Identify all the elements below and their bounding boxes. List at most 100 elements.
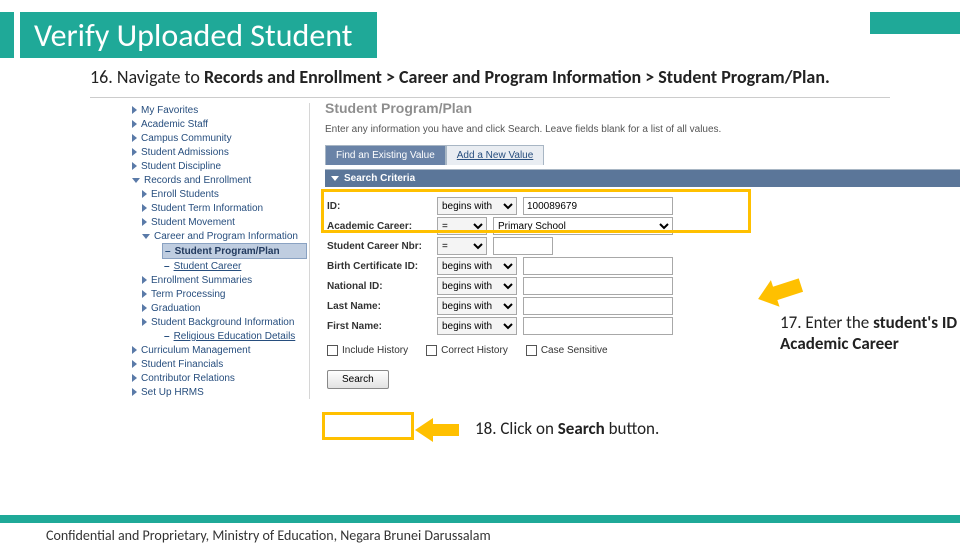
triangle-icon xyxy=(132,360,137,368)
nav-student-discipline[interactable]: Student Discipline xyxy=(130,159,307,173)
triangle-icon xyxy=(132,346,137,354)
bc-operator[interactable]: begins with xyxy=(437,257,517,275)
check-label: Correct History xyxy=(441,345,508,356)
scn-input[interactable] xyxy=(493,237,553,255)
search-button[interactable]: Search xyxy=(327,370,389,389)
triangle-icon xyxy=(142,190,147,198)
instruction-text: Enter any information you have and click… xyxy=(325,124,960,135)
text-bold: Search xyxy=(558,418,605,439)
fn-label: First Name: xyxy=(327,321,437,332)
nid-input[interactable] xyxy=(523,277,673,295)
footer-accent xyxy=(0,515,960,523)
bc-input[interactable] xyxy=(523,257,673,275)
row-student-career-nbr: Student Career Nbr: = xyxy=(327,237,958,255)
ac-label: Academic Career: xyxy=(327,221,437,232)
nav-student-background[interactable]: Student Background Information xyxy=(140,315,307,329)
scn-label: Student Career Nbr: xyxy=(327,241,437,252)
search-criteria-header[interactable]: Search Criteria xyxy=(325,170,960,187)
arrow-body xyxy=(772,279,803,301)
nav-student-career[interactable]: –Student Career xyxy=(162,259,307,273)
nav-records-enrollment[interactable]: Records and Enrollment xyxy=(130,173,307,187)
text: button. xyxy=(605,418,660,439)
dash-icon: – xyxy=(164,261,170,272)
triangle-icon xyxy=(142,290,147,298)
nav-label: Records and Enrollment xyxy=(144,175,251,186)
nav-setup-hrms[interactable]: Set Up HRMS xyxy=(130,385,307,399)
nid-label: National ID: xyxy=(327,281,437,292)
triangle-icon xyxy=(132,120,137,128)
nav-label: Set Up HRMS xyxy=(141,387,204,398)
scn-operator[interactable]: = xyxy=(437,237,487,255)
ln-input[interactable] xyxy=(523,297,673,315)
triangle-icon xyxy=(132,374,137,382)
case-sensitive-check[interactable]: Case Sensitive xyxy=(526,345,608,356)
triangle-icon xyxy=(142,218,147,226)
nav-student-term-info[interactable]: Student Term Information xyxy=(140,201,307,215)
include-history-check[interactable]: Include History xyxy=(327,345,408,356)
search-criteria-label: Search Criteria xyxy=(344,173,415,184)
text-bold: Academic Career xyxy=(780,333,899,354)
triangle-down-icon xyxy=(142,234,150,239)
id-label: ID: xyxy=(327,201,437,212)
nav-label: Academic Staff xyxy=(141,119,208,130)
tab-add-new[interactable]: Add a New Value xyxy=(446,145,545,165)
left-nav: My Favorites Academic Staff Campus Commu… xyxy=(130,103,310,399)
nav-student-movement[interactable]: Student Movement xyxy=(140,215,307,229)
title-container: Verify Uploaded Student xyxy=(0,12,960,58)
tab-find-existing[interactable]: Find an Existing Value xyxy=(325,145,446,165)
highlight-box-search xyxy=(322,412,414,440)
triangle-icon xyxy=(132,162,137,170)
nav-enrollment-summaries[interactable]: Enrollment Summaries xyxy=(140,273,307,287)
nav-contributor-relations[interactable]: Contributor Relations xyxy=(130,371,307,385)
accent-top xyxy=(870,12,960,34)
ln-operator[interactable]: begins with xyxy=(437,297,517,315)
fn-input[interactable] xyxy=(523,317,673,335)
text-bold: student's ID xyxy=(873,312,957,333)
nav-label: Campus Community xyxy=(141,133,232,144)
app-screenshot: My Favorites Academic Staff Campus Commu… xyxy=(90,97,890,427)
nav-label: Enrollment Summaries xyxy=(151,275,252,286)
triangle-icon xyxy=(142,276,147,284)
fn-operator[interactable]: begins with xyxy=(437,317,517,335)
row-academic-career: Academic Career: = Primary School xyxy=(327,217,958,235)
step-16-text: 16. Navigate to Records and Enrollment >… xyxy=(90,66,890,89)
nav-student-admissions[interactable]: Student Admissions xyxy=(130,145,307,159)
arrow-head-icon xyxy=(415,418,433,442)
nav-student-program-plan[interactable]: –Student Program/Plan xyxy=(162,243,307,259)
text: 17. Enter the xyxy=(780,312,873,333)
checkbox-icon xyxy=(327,345,338,356)
nav-my-favorites[interactable]: My Favorites xyxy=(130,103,307,117)
nav-curriculum-management[interactable]: Curriculum Management xyxy=(130,343,307,357)
nav-label: Student Admissions xyxy=(141,147,229,158)
nav-career-program-info[interactable]: Career and Program Information xyxy=(140,229,307,243)
step-16-prefix: 16. Navigate to xyxy=(90,66,204,88)
search-criteria-body: ID: begins with Academic Career: = Prima… xyxy=(325,187,960,395)
nid-operator[interactable]: begins with xyxy=(437,277,517,295)
id-operator[interactable]: begins with xyxy=(437,197,517,215)
nav-enroll-students[interactable]: Enroll Students xyxy=(140,187,307,201)
ac-operator[interactable]: = xyxy=(437,217,487,235)
triangle-icon xyxy=(132,106,137,114)
arrow-step18 xyxy=(415,418,459,442)
nav-graduation[interactable]: Graduation xyxy=(140,301,307,315)
nav-student-financials[interactable]: Student Financials xyxy=(130,357,307,371)
nav-label: Term Processing xyxy=(151,289,225,300)
nav-religious-education[interactable]: –Religious Education Details xyxy=(162,329,307,343)
correct-history-check[interactable]: Correct History xyxy=(426,345,508,356)
step-16-path: Records and Enrollment > Career and Prog… xyxy=(204,66,830,88)
nav-label: Religious Education Details xyxy=(174,331,296,342)
nav-academic-staff[interactable]: Academic Staff xyxy=(130,117,307,131)
dash-icon: – xyxy=(165,246,171,257)
bc-label: Birth Certificate ID: xyxy=(327,261,437,272)
id-input[interactable] xyxy=(523,197,673,215)
footer-text: Confidential and Proprietary, Ministry o… xyxy=(0,523,960,544)
text: 18. Click on xyxy=(475,418,558,439)
nav-label: Student Term Information xyxy=(151,203,263,214)
nav-label: Enroll Students xyxy=(151,189,219,200)
nav-term-processing[interactable]: Term Processing xyxy=(140,287,307,301)
dash-icon: – xyxy=(164,331,170,342)
nav-campus-community[interactable]: Campus Community xyxy=(130,131,307,145)
ac-value[interactable]: Primary School xyxy=(493,217,673,235)
triangle-icon xyxy=(142,204,147,212)
nav-label: Student Program/Plan xyxy=(175,246,280,257)
